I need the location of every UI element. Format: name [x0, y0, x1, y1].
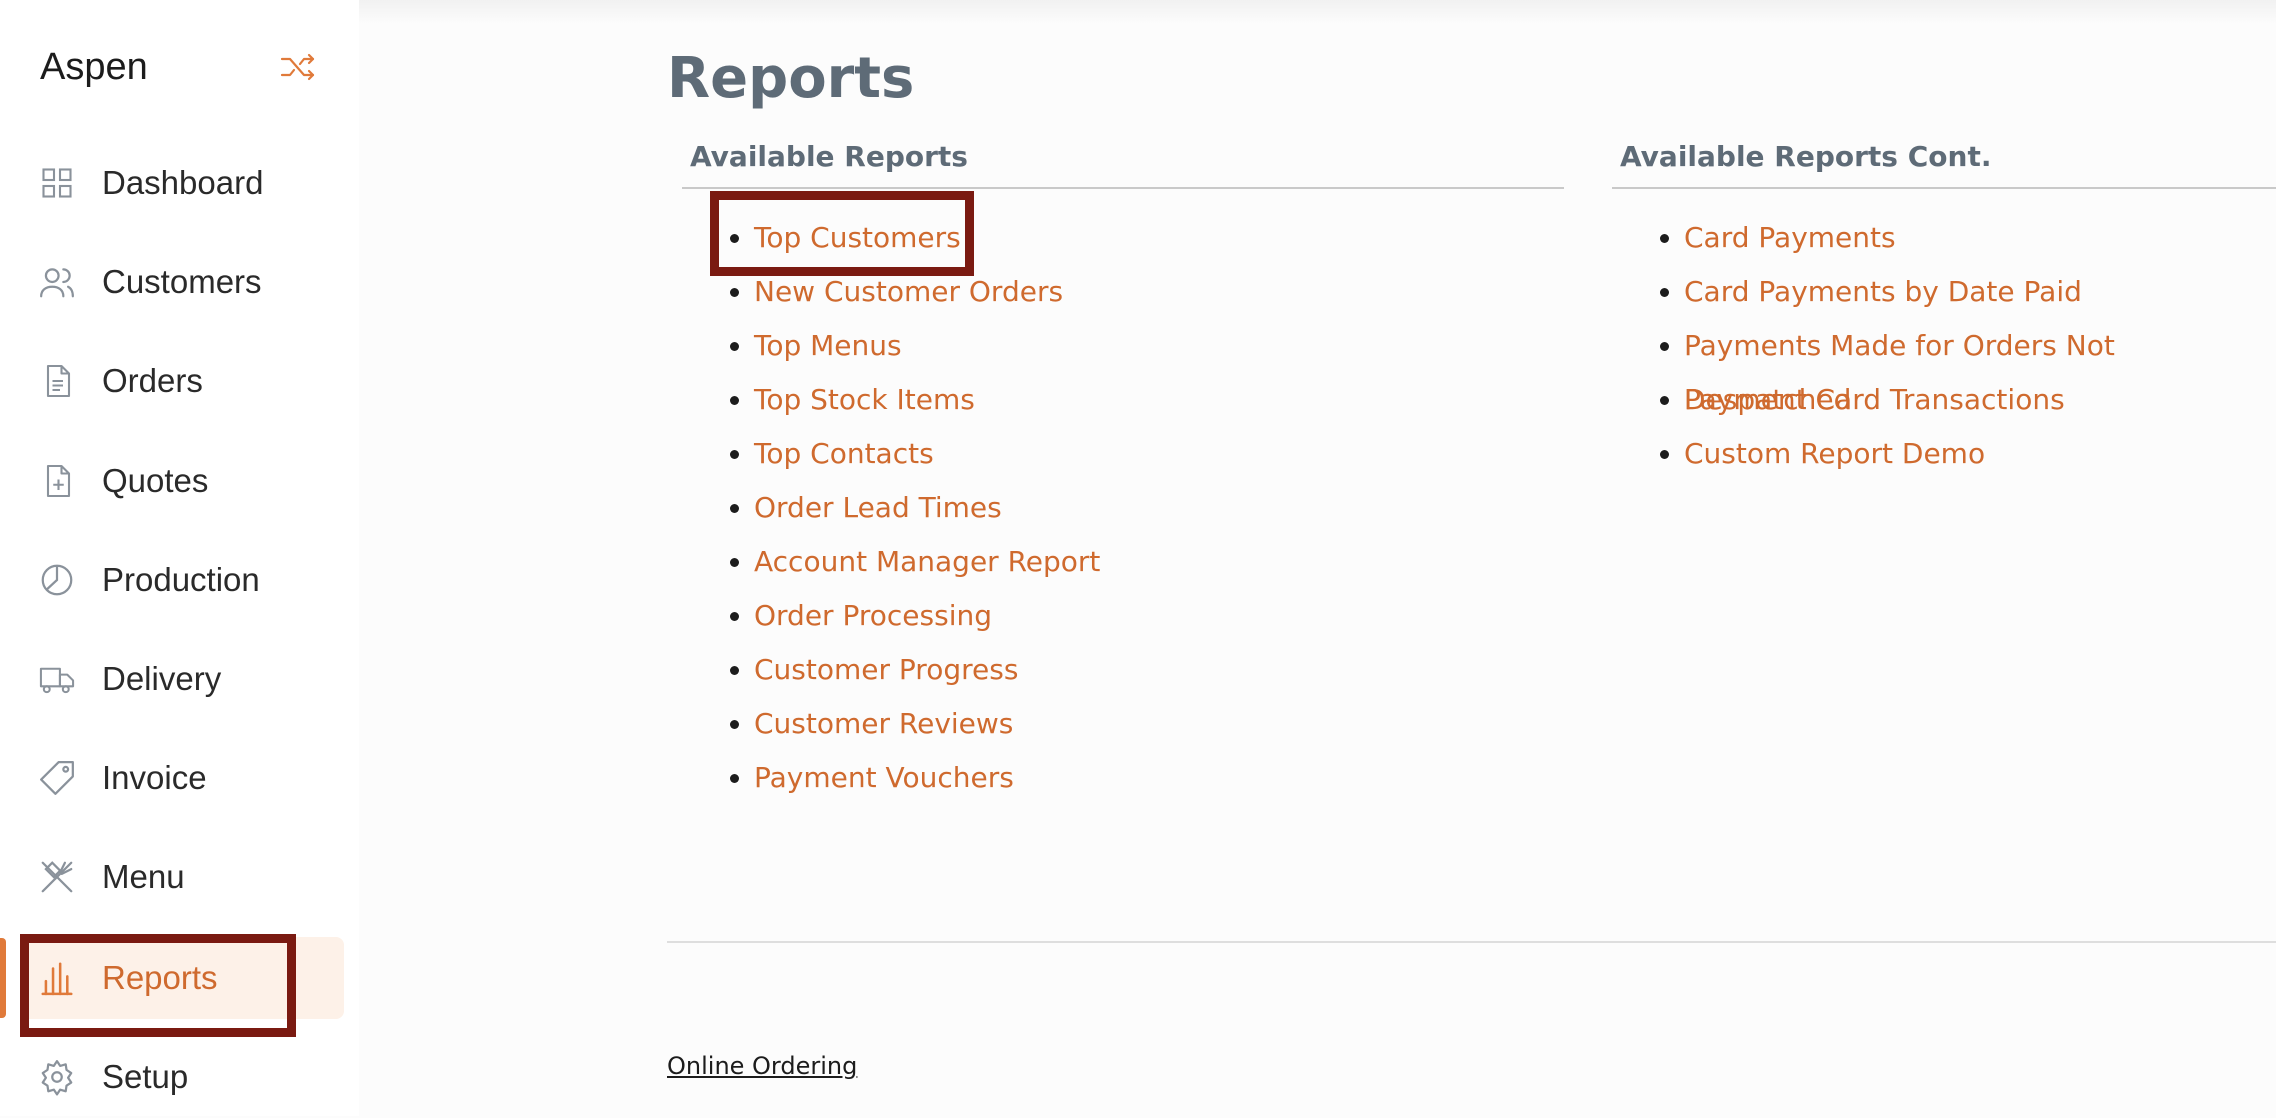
sidebar-item-dashboard[interactable]: Dashboard [20, 142, 344, 224]
report-list: Top Customers New Customer Orders Top Menu… [682, 189, 1564, 805]
report-link-card-payments[interactable]: Card Payments [1684, 221, 1896, 254]
report-link-top-stock-items[interactable]: Top Stock Items [754, 383, 975, 416]
sidebar-item-invoice[interactable]: Invoice [20, 737, 344, 819]
sidebar-item-delivery[interactable]: Delivery [20, 638, 344, 720]
bar-chart-icon [38, 959, 76, 997]
sidebar-item-label: Production [102, 561, 260, 598]
report-list-item: Customer Reviews [754, 697, 1564, 751]
sidebar-item-label: Setup [102, 1058, 189, 1095]
report-list-item: Top Contacts [754, 427, 1564, 481]
report-link-customer-reviews[interactable]: Customer Reviews [754, 707, 1013, 740]
users-icon [38, 263, 76, 301]
sidebar-item-label: Quotes [102, 462, 209, 499]
report-link-payment-card-transactions[interactable]: Payment Card Transactions [1684, 383, 2065, 416]
sidebar-item-label: Delivery [102, 660, 222, 697]
main-top-shadow [359, 0, 2276, 24]
sidebar-item-quotes[interactable]: Quotes [20, 440, 344, 522]
report-list-item: Payments Made for Orders Not Despatched [1684, 319, 2276, 416]
sidebar-item-label: Menu [102, 858, 185, 895]
report-link-top-customers[interactable]: Top Customers [754, 221, 961, 254]
report-link-top-menus[interactable]: Top Menus [754, 329, 902, 362]
sidebar-item-label: Invoice [102, 759, 207, 796]
report-list-item: Order Lead Times [754, 481, 1564, 535]
report-list-item: Customer Progress [754, 643, 1564, 697]
sidebar-item-orders[interactable]: Orders [20, 340, 344, 422]
divider [667, 941, 2276, 943]
sidebar-item-production[interactable]: Production [20, 539, 344, 621]
document-plus-icon [38, 462, 76, 500]
report-list-item: Card Payments by Date Paid [1684, 265, 2276, 319]
sidebar-item-label: Orders [102, 362, 203, 399]
report-list-item: Card Payments [1684, 211, 2276, 265]
report-list-item: Payment Card Transactions [1684, 373, 2276, 427]
report-list-item: Top Menus [754, 319, 1564, 373]
sidebar: Aspen Dashboard Customers Orders Quotes … [0, 0, 359, 1116]
sidebar-item-menu[interactable]: Menu [20, 836, 344, 918]
report-list-item: Order Processing [754, 589, 1564, 643]
brand-name: Aspen [40, 46, 148, 88]
report-link-order-processing[interactable]: Order Processing [754, 599, 992, 632]
report-list-item: New Customer Orders [754, 265, 1564, 319]
utensils-icon [38, 858, 76, 896]
active-indicator [0, 938, 6, 1018]
report-link-custom-report-demo[interactable]: Custom Report Demo [1684, 437, 1985, 470]
tag-icon [38, 759, 76, 797]
truck-icon [38, 660, 76, 698]
column-heading: Available Reports [682, 140, 1564, 189]
report-link-customer-progress[interactable]: Customer Progress [754, 653, 1018, 686]
sidebar-item-setup[interactable]: Setup [20, 1036, 344, 1118]
report-list-item: Account Manager Report [754, 535, 1564, 589]
report-list-item: Top Customers [754, 211, 1564, 265]
sidebar-item-reports[interactable]: Reports [20, 937, 344, 1019]
report-link-payment-vouchers[interactable]: Payment Vouchers [754, 761, 1014, 794]
report-list-item: Top Stock Items [754, 373, 1564, 427]
column-heading: Available Reports Cont. [1612, 140, 2276, 189]
document-icon [38, 362, 76, 400]
pie-chart-icon [38, 561, 76, 599]
available-reports-column: Available Reports Top Customers New Custo… [682, 140, 1564, 805]
report-link-new-customer-orders[interactable]: New Customer Orders [754, 275, 1063, 308]
shuffle-icon[interactable] [280, 52, 316, 82]
report-link-top-contacts[interactable]: Top Contacts [754, 437, 934, 470]
report-list-item: Payment Vouchers [754, 751, 1564, 805]
report-list: Card Payments Card Payments by Date Paid P… [1612, 189, 2276, 481]
online-ordering-link[interactable]: Online Ordering [667, 1052, 857, 1080]
report-link-order-lead-times[interactable]: Order Lead Times [754, 491, 1002, 524]
gear-icon [38, 1058, 76, 1096]
report-link-account-manager-report[interactable]: Account Manager Report [754, 545, 1100, 578]
available-reports-cont-column: Available Reports Cont. Card PaymentsCar… [1612, 140, 2276, 481]
page-title: Reports [667, 46, 915, 111]
sidebar-item-label: Dashboard [102, 164, 264, 201]
sidebar-item-customers[interactable]: Customers [20, 241, 344, 323]
report-link-card-payments-by-date-paid[interactable]: Card Payments by Date Paid [1684, 275, 2082, 308]
report-list-item: Custom Report Demo [1684, 427, 2276, 481]
sidebar-item-label: Customers [102, 263, 262, 300]
grid-icon [38, 164, 76, 202]
sidebar-item-label: Reports [102, 959, 218, 996]
